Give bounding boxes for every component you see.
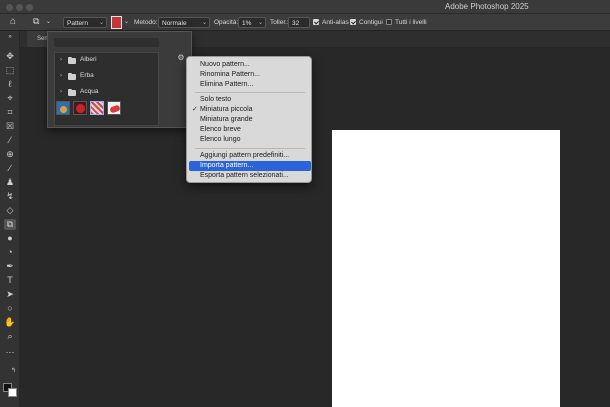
menu-item-append-default-patterns[interactable]: Aggiungi pattern predefiniti... — [189, 151, 311, 161]
menu-item-large-list[interactable]: Elenco lungo — [189, 135, 311, 145]
menu-item-export-selected-patterns[interactable]: Esporta pattern selezionati... — [189, 171, 311, 181]
chevron-right-icon: › — [60, 57, 62, 63]
history-brush-tool-icon[interactable]: ↯ — [4, 191, 16, 202]
hand-tool-icon[interactable]: ✋ — [4, 317, 16, 328]
menu-item-rename-pattern[interactable]: Rinomina Pattern... — [189, 70, 311, 80]
frame-tool-icon[interactable]: ☒ — [4, 121, 16, 132]
opacity-label: Opacità: — [214, 19, 239, 26]
method-select[interactable]: Normale ⌄ — [158, 17, 210, 28]
pattern-picker-header — [54, 38, 159, 47]
tolerance-field[interactable]: 32 — [288, 17, 310, 28]
pattern-swatch-button[interactable] — [111, 16, 122, 29]
pattern-thumb-3[interactable] — [90, 101, 104, 115]
pattern-thumb-4[interactable] — [107, 101, 121, 115]
pen-tool-icon[interactable]: ✒ — [4, 261, 16, 272]
paint-bucket-tool-icon[interactable]: ⧉ — [4, 219, 16, 230]
tools-panel: » ✥ ⬚ ℓ ⌖ ⌗ ☒ ⁄ ⊕ ∕ ♟ ↯ ◇ ⧉ ● ◔ ✒ T ➤ ○ … — [0, 31, 20, 407]
chevron-down-icon: ⌄ — [201, 20, 207, 26]
background-color-swatch[interactable] — [8, 388, 17, 397]
opacity-field[interactable]: 1% ⌄ — [238, 17, 266, 28]
menu-item-delete-pattern[interactable]: Elimina Pattern... — [189, 80, 311, 90]
menu-separator — [195, 148, 305, 149]
marquee-tool-icon[interactable]: ⬚ — [4, 65, 16, 76]
collapse-toolbar-icon[interactable]: » — [4, 34, 16, 40]
antialias-label: Anti-alias — [322, 19, 349, 26]
swap-colors-icon[interactable]: ↰ — [9, 366, 18, 377]
eyedropper-tool-icon[interactable]: ⁄ — [4, 135, 16, 146]
menu-separator — [195, 92, 305, 93]
edit-toolbar-icon[interactable]: ⋯ — [4, 347, 16, 358]
document-canvas[interactable] — [332, 130, 560, 407]
path-selection-tool-icon[interactable]: ➤ — [4, 289, 16, 300]
crop-tool-icon[interactable]: ⌗ — [4, 107, 16, 118]
pattern-folder-acqua[interactable]: › Acqua — [55, 85, 160, 99]
contiguous-label: Contigui — [359, 19, 383, 26]
checkmark-icon: ✓ — [192, 106, 198, 113]
folder-icon — [68, 57, 76, 64]
method-label: Metodo: — [134, 19, 158, 26]
pattern-folder-erba[interactable]: › Erba — [55, 69, 160, 83]
menu-item-small-thumbnail[interactable]: ✓ Miniatura piccola — [189, 105, 311, 115]
shape-tool-icon[interactable]: ○ — [4, 303, 16, 314]
brush-tool-icon[interactable]: ∕ — [4, 163, 16, 174]
menu-item-large-thumbnail[interactable]: Miniatura grande — [189, 115, 311, 125]
home-icon[interactable]: ⌂ — [10, 16, 16, 27]
menu-item-import-patterns[interactable]: Importa pattern... — [189, 161, 311, 171]
pattern-thumb-4-fill — [109, 104, 121, 114]
chevron-down-icon: ⌄ — [98, 20, 104, 26]
pattern-thumb-1[interactable] — [56, 101, 70, 115]
antialias-checkbox[interactable] — [313, 19, 319, 25]
menu-item-new-pattern[interactable]: Nuovo pattern... — [189, 60, 311, 70]
move-tool-icon[interactable]: ✥ — [4, 51, 16, 62]
pattern-thumb-1-fill — [60, 106, 67, 113]
pattern-picker-panel: › Alberi › Erba › Acqua ⚙ — [47, 31, 192, 128]
zoom-window-button[interactable] — [26, 4, 33, 11]
dodge-tool-icon[interactable]: ◔ — [4, 247, 16, 258]
fill-source-select[interactable]: Pattern ⌄ — [63, 17, 107, 28]
tool-preset-chevron-icon[interactable]: ⌄ — [46, 17, 51, 28]
menu-item-small-list[interactable]: Elenco breve — [189, 125, 311, 135]
pattern-thumb-2-fill — [76, 104, 85, 113]
pattern-thumb-2[interactable] — [73, 101, 87, 115]
pattern-picker-chevron-icon[interactable]: ⌄ — [124, 17, 129, 28]
lasso-tool-icon[interactable]: ℓ — [4, 79, 16, 90]
contiguous-checkbox[interactable] — [350, 19, 356, 25]
pattern-folder-alberi[interactable]: › Alberi — [55, 53, 160, 67]
chevron-right-icon: › — [60, 89, 62, 95]
object-selection-tool-icon[interactable]: ⌖ — [4, 93, 16, 104]
type-tool-icon[interactable]: T — [4, 275, 16, 286]
all-layers-checkbox[interactable] — [386, 19, 392, 25]
options-bar: ⌂ ⧉ ⌄ Pattern ⌄ ⌄ Metodo: Normale ⌄ Opac… — [0, 14, 610, 31]
tolerance-label: Toller.: — [270, 19, 289, 26]
clone-stamp-tool-icon[interactable]: ♟ — [4, 177, 16, 188]
blur-tool-icon[interactable]: ● — [4, 233, 16, 244]
zoom-tool-icon[interactable]: ⌕ — [4, 331, 16, 342]
close-window-button[interactable] — [6, 4, 13, 11]
folder-icon — [68, 73, 76, 80]
folder-icon — [68, 89, 76, 96]
eraser-tool-icon[interactable]: ◇ — [4, 205, 16, 216]
pattern-options-menu: Nuovo pattern... Rinomina Pattern... Eli… — [186, 56, 312, 183]
chevron-down-icon: ⌄ — [257, 20, 263, 26]
chevron-right-icon: › — [60, 73, 62, 79]
menu-item-text-only[interactable]: Solo testo — [189, 95, 311, 105]
title-bar: Adobe Photoshop 2025 — [0, 0, 610, 14]
paint-bucket-tool-preset-icon[interactable]: ⧉ — [33, 16, 39, 27]
app-title: Adobe Photoshop 2025 — [445, 2, 529, 11]
healing-brush-tool-icon[interactable]: ⊕ — [4, 149, 16, 160]
minimize-window-button[interactable] — [16, 4, 23, 11]
all-layers-label: Tutti i livelli — [395, 19, 427, 26]
